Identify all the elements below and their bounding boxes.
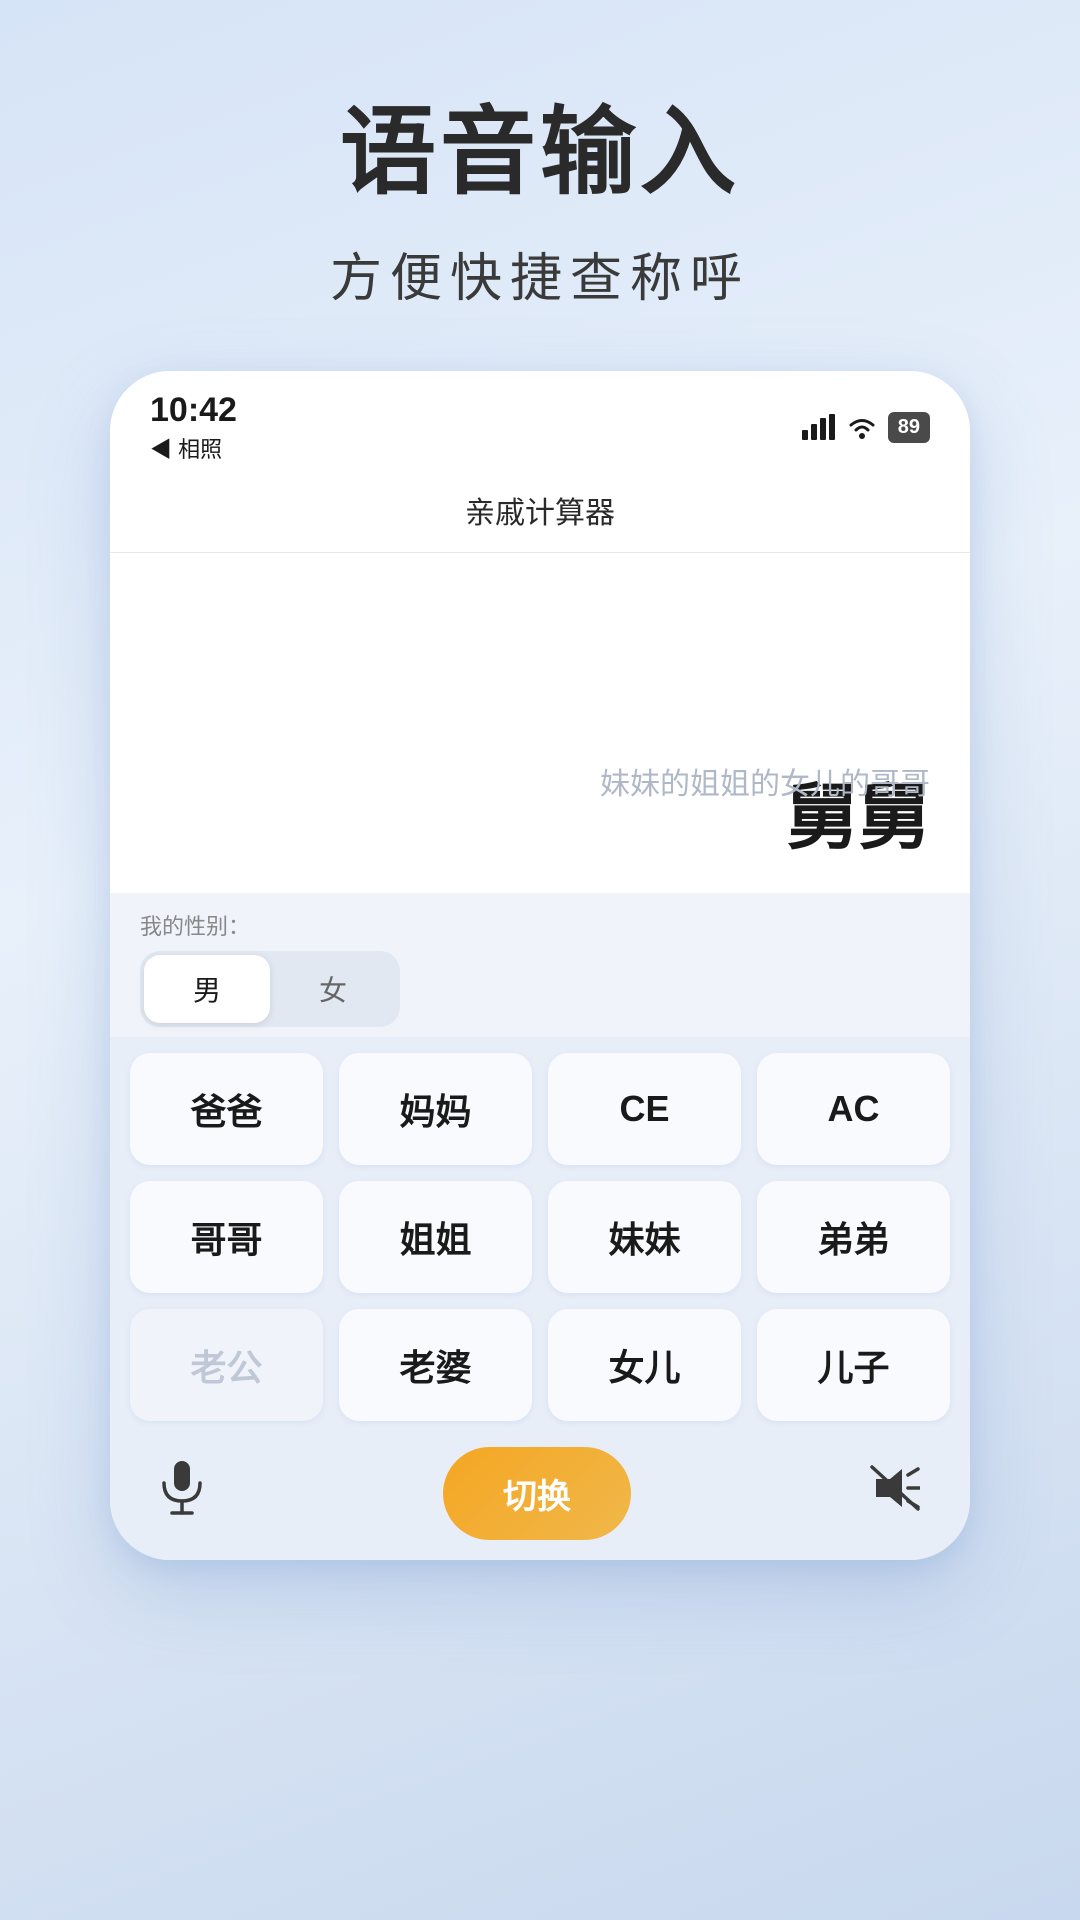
mic-icon <box>160 1461 204 1515</box>
phone-mockup: 10:42 ◀ 相照 89 亲戚计算器 妹妹的姐姐的女儿的哥哥 <box>110 371 970 1560</box>
key-jiejie[interactable]: 姐姐 <box>339 1181 532 1293</box>
status-time: 10:42 <box>150 391 237 430</box>
key-laopo[interactable]: 老婆 <box>339 1309 532 1421</box>
status-right: 89 <box>802 412 930 443</box>
key-gege[interactable]: 哥哥 <box>130 1181 323 1293</box>
key-laogong[interactable]: 老公 <box>130 1309 323 1421</box>
keyboard-grid: 爸爸 妈妈 CE AC 哥哥 姐姐 妹妹 弟弟 老公 老婆 女儿 儿子 <box>110 1037 970 1437</box>
hero-title: 语音输入 <box>60 100 1020 206</box>
app-title: 亲戚计算器 <box>465 497 615 530</box>
status-left: 10:42 ◀ 相照 <box>150 391 237 464</box>
battery-badge: 89 <box>888 412 930 443</box>
key-nver[interactable]: 女儿 <box>548 1309 741 1421</box>
gender-label: 我的性别： <box>140 909 940 941</box>
gender-section: 我的性别： 男 女 <box>110 893 970 1037</box>
key-didi[interactable]: 弟弟 <box>757 1181 950 1293</box>
mic-button[interactable] <box>130 1451 234 1536</box>
key-ac[interactable]: AC <box>757 1053 950 1165</box>
key-erzi[interactable]: 儿子 <box>757 1309 950 1421</box>
switch-button[interactable]: 切换 <box>443 1447 631 1540</box>
wifi-icon <box>846 414 878 440</box>
key-ce[interactable]: CE <box>548 1053 741 1165</box>
key-mama[interactable]: 妈妈 <box>339 1053 532 1165</box>
app-header: 亲戚计算器 <box>110 474 970 553</box>
signal-icon <box>802 414 836 440</box>
gender-selector: 男 女 <box>140 951 400 1027</box>
key-baba[interactable]: 爸爸 <box>130 1053 323 1165</box>
speaker-button[interactable] <box>840 1455 950 1532</box>
bottom-bar: 切换 <box>110 1437 970 1560</box>
switch-label: 切换 <box>503 1478 571 1516</box>
input-area: 妹妹的姐姐的女儿的哥哥 舅舅 <box>110 553 970 893</box>
status-bar: 10:42 ◀ 相照 89 <box>110 371 970 474</box>
gender-female-button[interactable]: 女 <box>270 955 396 1023</box>
speaker-icon <box>870 1465 920 1511</box>
key-meimei[interactable]: 妹妹 <box>548 1181 741 1293</box>
hero-subtitle: 方便快捷查称呼 <box>60 236 1020 311</box>
placeholder-text: 妹妹的姐姐的女儿的哥哥 <box>600 759 930 803</box>
hero-section: 语音输入 方便快捷查称呼 <box>0 0 1080 371</box>
back-label[interactable]: ◀ 相照 <box>150 432 237 464</box>
gender-male-button[interactable]: 男 <box>144 955 270 1023</box>
